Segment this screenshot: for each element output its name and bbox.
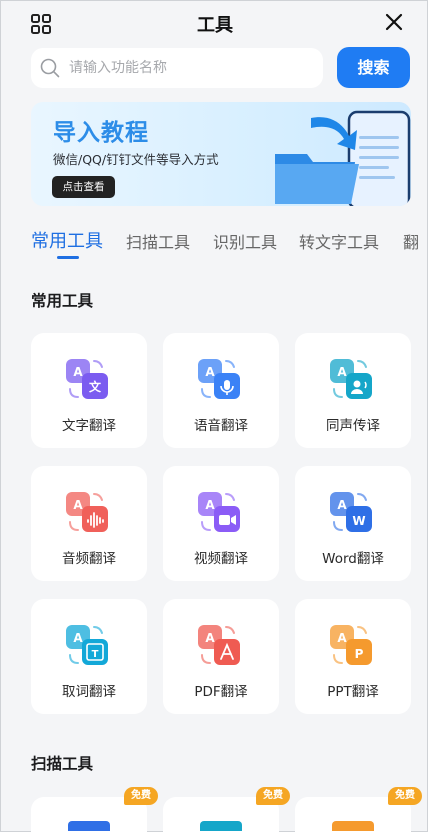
- tab-recognition-tools[interactable]: 识别工具: [213, 229, 277, 253]
- svg-text:A: A: [73, 365, 83, 379]
- tab-transcription-tools[interactable]: 转文字工具: [299, 229, 379, 253]
- svg-text:T: T: [92, 649, 99, 660]
- pdf-translate-icon: A: [196, 621, 246, 671]
- search-input[interactable]: [69, 48, 309, 88]
- tool-label: Word翻译: [322, 551, 384, 567]
- svg-text:文: 文: [89, 379, 102, 394]
- svg-text:A: A: [337, 498, 347, 512]
- tool-label: 取词翻译: [62, 684, 116, 700]
- free-badge: 免费: [388, 787, 422, 805]
- tool-label: 同声传译: [326, 418, 380, 434]
- svg-text:A: A: [205, 631, 215, 645]
- scan-tool-icon: [200, 821, 242, 831]
- search-icon: [40, 58, 60, 78]
- tool-card[interactable]: A 语音翻译: [163, 333, 279, 448]
- tab-translation-tools[interactable]: 翻: [403, 229, 419, 253]
- audio-translate-icon: A: [64, 488, 114, 538]
- svg-text:A: A: [205, 365, 215, 379]
- header: 工具: [1, 1, 428, 45]
- tool-card[interactable]: A P PPT翻译: [295, 599, 411, 714]
- banner-pagination: [215, 198, 229, 206]
- word-pick-translate-icon: AT: [64, 621, 114, 671]
- banner-view-button[interactable]: 点击查看: [52, 176, 115, 198]
- tool-card[interactable]: A 视频翻译: [163, 466, 279, 581]
- svg-text:A: A: [73, 631, 83, 645]
- svg-text:A: A: [337, 631, 347, 645]
- tool-card[interactable]: A 同声传译: [295, 333, 411, 448]
- page-title: 工具: [197, 15, 233, 36]
- free-badge: 免费: [256, 787, 290, 805]
- tool-label: 音频翻译: [62, 551, 116, 567]
- banner-subtitle: 微信/QQ/钉钉文件等导入方式: [53, 152, 219, 167]
- category-tabs: 常用工具 扫描工具 识别工具 转文字工具 翻: [1, 226, 428, 266]
- section-title-scan: 扫描工具: [31, 755, 94, 773]
- tool-card[interactable]: A W Word翻译: [295, 466, 411, 581]
- folder-phone-illustration-icon: [275, 110, 411, 206]
- close-icon[interactable]: [385, 13, 403, 31]
- tool-card[interactable]: A 文文字翻译: [31, 333, 147, 448]
- simultaneous-interpret-icon: A: [328, 355, 378, 405]
- tool-card[interactable]: A 音频翻译: [31, 466, 147, 581]
- ppt-translate-icon: AP: [328, 621, 378, 671]
- tool-card[interactable]: A PDF翻译: [163, 599, 279, 714]
- scan-tool-icon: [68, 821, 110, 831]
- tool-label: PPT翻译: [327, 684, 379, 700]
- banner-title: 导入教程: [53, 120, 149, 146]
- active-tab-indicator: [57, 256, 79, 259]
- import-tutorial-banner[interactable]: 导入教程 微信/QQ/钉钉文件等导入方式 点击查看: [31, 102, 411, 206]
- voice-translate-icon: A: [196, 355, 246, 405]
- search-button[interactable]: 搜索: [337, 47, 410, 88]
- scan-tool-icon: [332, 821, 374, 831]
- tool-card[interactable]: A T 取词翻译: [31, 599, 147, 714]
- free-badge: 免费: [124, 787, 158, 805]
- video-translate-icon: A: [196, 488, 246, 538]
- tab-common-tools[interactable]: 常用工具: [31, 227, 103, 253]
- svg-text:W: W: [352, 514, 365, 528]
- section-title-common: 常用工具: [31, 292, 94, 310]
- svg-text:A: A: [205, 498, 215, 512]
- tool-label: 语音翻译: [194, 418, 248, 434]
- svg-text:A: A: [73, 498, 83, 512]
- text-translate-icon: A文: [64, 355, 114, 405]
- word-translate-icon: AW: [328, 488, 378, 538]
- tool-label: 视频翻译: [194, 551, 248, 567]
- tool-label: PDF翻译: [194, 684, 248, 700]
- tab-scan-tools[interactable]: 扫描工具: [126, 229, 190, 253]
- svg-text:A: A: [337, 365, 347, 379]
- search-box[interactable]: [31, 48, 323, 88]
- tool-label: 文字翻译: [62, 418, 116, 434]
- svg-text:P: P: [355, 647, 364, 661]
